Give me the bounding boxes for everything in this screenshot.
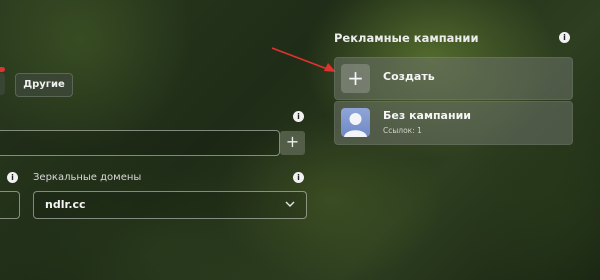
truncated-input[interactable] <box>0 191 20 219</box>
campaign-name: Без кампании <box>383 109 471 122</box>
info-icon[interactable]: i <box>293 111 304 122</box>
annotation-arrow <box>271 47 336 72</box>
info-icon[interactable]: i <box>7 172 18 183</box>
create-campaign-button[interactable]: + Создать <box>334 57 573 100</box>
info-icon[interactable]: i <box>559 32 570 43</box>
info-icon[interactable]: i <box>293 172 304 183</box>
chevron-down-icon <box>285 201 295 207</box>
truncated-button[interactable] <box>0 73 5 95</box>
campaigns-title: Рекламные кампании <box>334 31 479 45</box>
mirror-domains-select[interactable]: ndlr.cc <box>33 191 307 219</box>
add-domain-button[interactable]: + <box>280 131 305 155</box>
mirror-domain-value: ndlr.cc <box>45 198 86 211</box>
other-button[interactable]: Другие <box>15 73 73 97</box>
plus-icon: + <box>341 64 370 93</box>
campaign-links-count: Ссылок: 1 <box>383 126 422 135</box>
domain-input[interactable] <box>0 130 280 156</box>
create-label: Создать <box>383 70 435 83</box>
annotation-dot <box>0 67 5 72</box>
campaign-item[interactable]: Без кампании Ссылок: 1 <box>334 101 573 145</box>
mirror-domains-label: Зеркальные домены <box>33 172 142 183</box>
user-avatar-icon <box>341 108 370 137</box>
